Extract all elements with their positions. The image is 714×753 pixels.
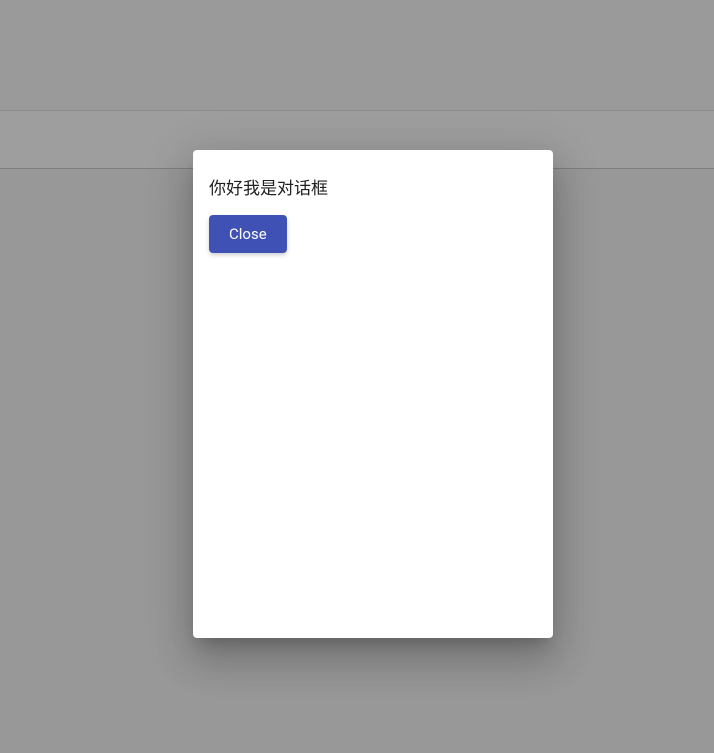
dialog-message: 你好我是对话框 bbox=[209, 174, 537, 199]
close-button[interactable]: Close bbox=[209, 215, 287, 253]
dialog: 你好我是对话框 Close bbox=[193, 150, 553, 638]
